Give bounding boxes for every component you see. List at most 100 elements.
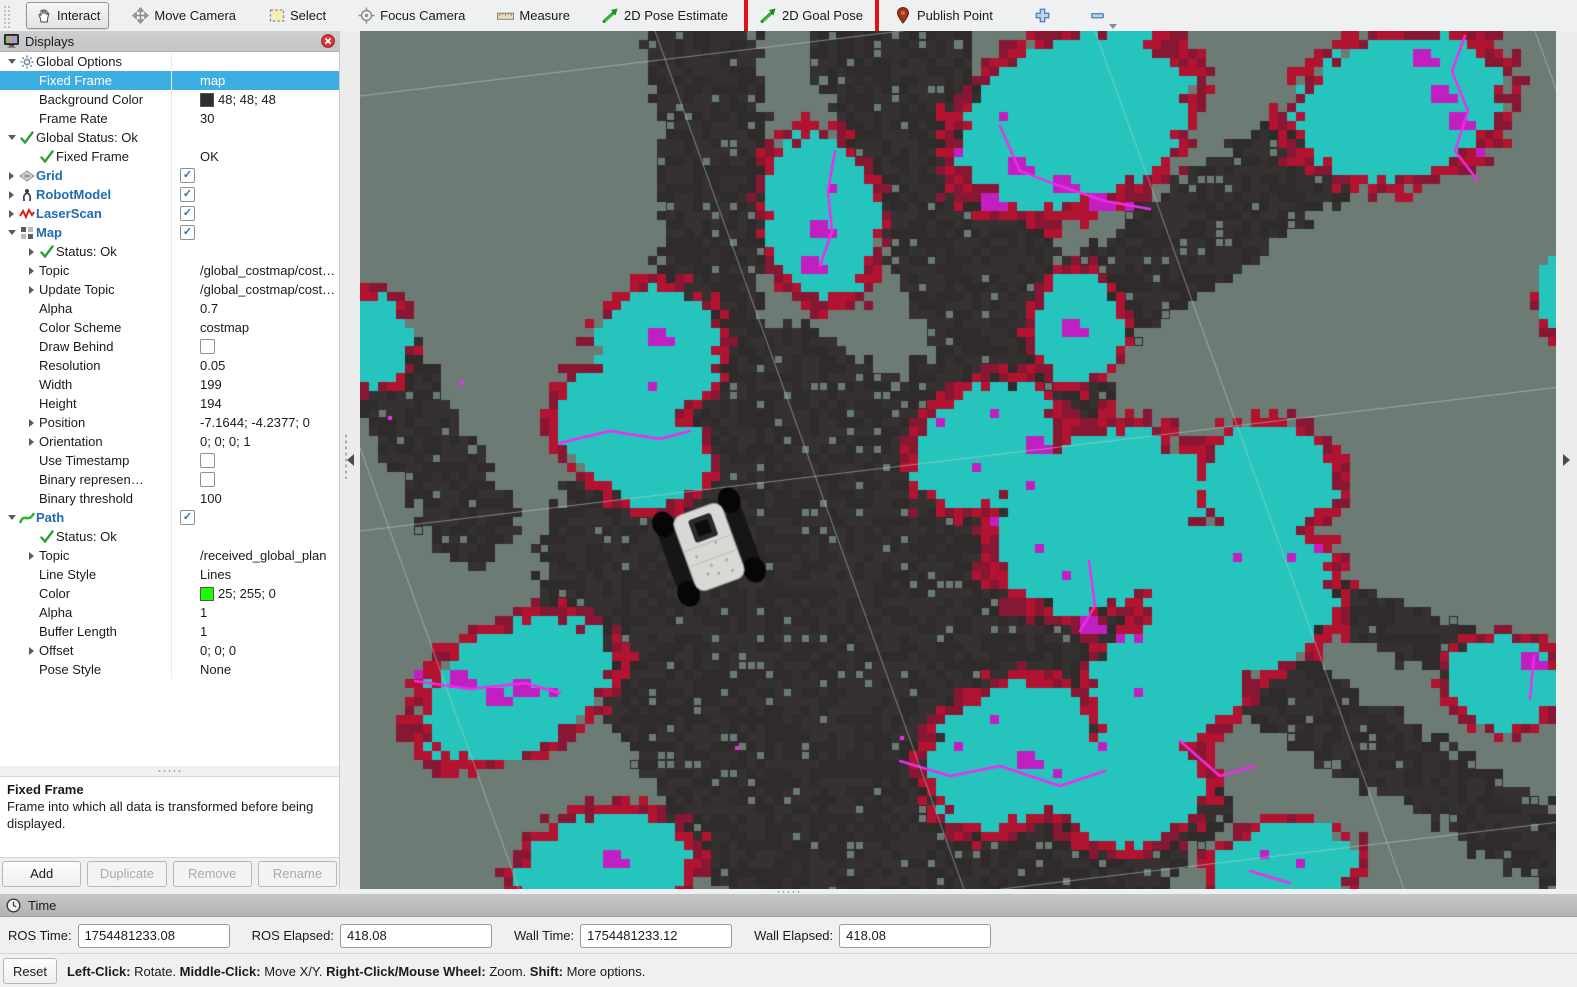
- expander-closed-icon[interactable]: [25, 267, 38, 275]
- ros-time-input[interactable]: [78, 924, 230, 948]
- ros-elapsed-input[interactable]: [340, 924, 492, 948]
- property-value[interactable]: costmap: [197, 320, 339, 335]
- displays-panel-titlebar[interactable]: Displays: [0, 31, 339, 52]
- add-tool-button[interactable]: [1028, 2, 1057, 29]
- wall-elapsed-input[interactable]: [839, 924, 991, 948]
- tree-row-width[interactable]: Width199: [0, 375, 339, 394]
- property-value[interactable]: ✓: [177, 510, 339, 525]
- duplicate-button[interactable]: Duplicate: [87, 861, 166, 887]
- property-value[interactable]: /global_costmap/cost…: [197, 282, 339, 297]
- remove-button[interactable]: Remove: [173, 861, 252, 887]
- property-value[interactable]: 30: [197, 111, 339, 126]
- goal-pose-button[interactable]: 2D Goal Pose: [751, 2, 872, 29]
- expander-open-icon[interactable]: [5, 515, 18, 520]
- toolbar-drag-handle[interactable]: [2, 4, 12, 28]
- property-value[interactable]: 25; 255; 0: [197, 586, 339, 601]
- checkbox-checked[interactable]: ✓: [180, 225, 195, 240]
- tree-row-resolution[interactable]: Resolution0.05: [0, 356, 339, 375]
- publish-point-button[interactable]: Publish Point: [886, 2, 1002, 29]
- interact-button[interactable]: Interact: [26, 2, 109, 29]
- 3d-viewport[interactable]: [360, 31, 1556, 889]
- tree-row-alpha[interactable]: Alpha0.7: [0, 299, 339, 318]
- tree-row-height[interactable]: Height194: [0, 394, 339, 413]
- property-value[interactable]: 0.7: [197, 301, 339, 316]
- checkbox-unchecked[interactable]: [200, 339, 215, 354]
- tree-row-path[interactable]: Path✓: [0, 508, 339, 527]
- expander-closed-icon[interactable]: [25, 286, 38, 294]
- checkbox-checked[interactable]: ✓: [180, 168, 195, 183]
- expander-open-icon[interactable]: [5, 230, 18, 235]
- close-panel-button[interactable]: [321, 34, 335, 48]
- property-value[interactable]: ✓: [177, 225, 339, 240]
- tree-row-background-color[interactable]: Background Color48; 48; 48: [0, 90, 339, 109]
- property-value[interactable]: [197, 339, 339, 354]
- property-value[interactable]: 0.05: [197, 358, 339, 373]
- tree-row-update-topic[interactable]: Update Topic/global_costmap/cost…: [0, 280, 339, 299]
- checkbox-unchecked[interactable]: [200, 472, 215, 487]
- tree-row-binary-represen-[interactable]: Binary represen…: [0, 470, 339, 489]
- tree-row-pose-style[interactable]: Pose StyleNone: [0, 660, 339, 679]
- property-value[interactable]: /received_global_plan: [197, 548, 339, 563]
- tree-row-map[interactable]: Map✓: [0, 223, 339, 242]
- property-value[interactable]: ✓: [177, 187, 339, 202]
- property-value[interactable]: ✓: [177, 206, 339, 221]
- right-dock-splitter[interactable]: [1556, 31, 1577, 889]
- expander-open-icon[interactable]: [5, 59, 18, 64]
- property-value[interactable]: 199: [197, 377, 339, 392]
- tree-row-draw-behind[interactable]: Draw Behind: [0, 337, 339, 356]
- dropdown-caret-icon[interactable]: [1109, 24, 1117, 29]
- panel-splitter[interactable]: [0, 766, 339, 776]
- tree-row-line-style[interactable]: Line StyleLines: [0, 565, 339, 584]
- reset-button[interactable]: Reset: [3, 958, 57, 984]
- expander-closed-icon[interactable]: [25, 552, 38, 560]
- property-value[interactable]: [197, 453, 339, 468]
- measure-button[interactable]: Measure: [488, 2, 579, 29]
- tree-row-frame-rate[interactable]: Frame Rate30: [0, 109, 339, 128]
- move-camera-button[interactable]: Move Camera: [123, 2, 245, 29]
- property-value[interactable]: map: [197, 73, 339, 88]
- tree-row-topic[interactable]: Topic/global_costmap/cost…: [0, 261, 339, 280]
- tree-row-status-ok[interactable]: Status: Ok: [0, 527, 339, 546]
- expander-closed-icon[interactable]: [25, 438, 38, 446]
- tree-row-global-options[interactable]: Global Options: [0, 52, 339, 71]
- expander-closed-icon[interactable]: [25, 248, 38, 256]
- checkbox-checked[interactable]: ✓: [180, 206, 195, 221]
- tree-row-use-timestamp[interactable]: Use Timestamp: [0, 451, 339, 470]
- property-value[interactable]: 100: [197, 491, 339, 506]
- tree-row-color-scheme[interactable]: Color Schemecostmap: [0, 318, 339, 337]
- checkbox-checked[interactable]: ✓: [180, 187, 195, 202]
- property-value[interactable]: 48; 48; 48: [197, 92, 339, 107]
- tree-row-fixed-frame[interactable]: Fixed FrameOK: [0, 147, 339, 166]
- tree-row-topic[interactable]: Topic/received_global_plan: [0, 546, 339, 565]
- select-button[interactable]: Select: [259, 2, 335, 29]
- property-value[interactable]: 0; 0; 0: [197, 643, 339, 658]
- remove-tool-button[interactable]: [1083, 2, 1112, 29]
- expander-closed-icon[interactable]: [5, 191, 18, 199]
- property-value[interactable]: 0; 0; 0; 1: [197, 434, 339, 449]
- tree-row-robotmodel[interactable]: RobotModel✓: [0, 185, 339, 204]
- expander-closed-icon[interactable]: [5, 210, 18, 218]
- expander-closed-icon[interactable]: [25, 419, 38, 427]
- tree-row-laserscan[interactable]: LaserScan✓: [0, 204, 339, 223]
- property-value[interactable]: None: [197, 662, 339, 677]
- wall-time-input[interactable]: [580, 924, 732, 948]
- tree-row-global-status-ok[interactable]: Global Status: Ok: [0, 128, 339, 147]
- tree-row-buffer-length[interactable]: Buffer Length1: [0, 622, 339, 641]
- left-dock-splitter[interactable]: [340, 31, 360, 889]
- tree-row-alpha[interactable]: Alpha1: [0, 603, 339, 622]
- property-value[interactable]: 194: [197, 396, 339, 411]
- property-value[interactable]: [197, 472, 339, 487]
- expander-open-icon[interactable]: [5, 135, 18, 140]
- tree-row-grid[interactable]: Grid✓: [0, 166, 339, 185]
- tree-row-orientation[interactable]: Orientation0; 0; 0; 1: [0, 432, 339, 451]
- tree-row-position[interactable]: Position-7.1644; -4.2377; 0: [0, 413, 339, 432]
- focus-camera-button[interactable]: Focus Camera: [349, 2, 474, 29]
- checkbox-unchecked[interactable]: [200, 453, 215, 468]
- tree-row-binary-threshold[interactable]: Binary threshold100: [0, 489, 339, 508]
- tree-row-color[interactable]: Color25; 255; 0: [0, 584, 339, 603]
- costmap-view[interactable]: [360, 31, 1556, 889]
- tree-row-fixed-frame[interactable]: Fixed Framemap: [0, 71, 339, 90]
- property-value[interactable]: ✓: [177, 168, 339, 183]
- add-button[interactable]: Add: [2, 861, 81, 887]
- time-panel-titlebar[interactable]: Time: [0, 894, 1577, 917]
